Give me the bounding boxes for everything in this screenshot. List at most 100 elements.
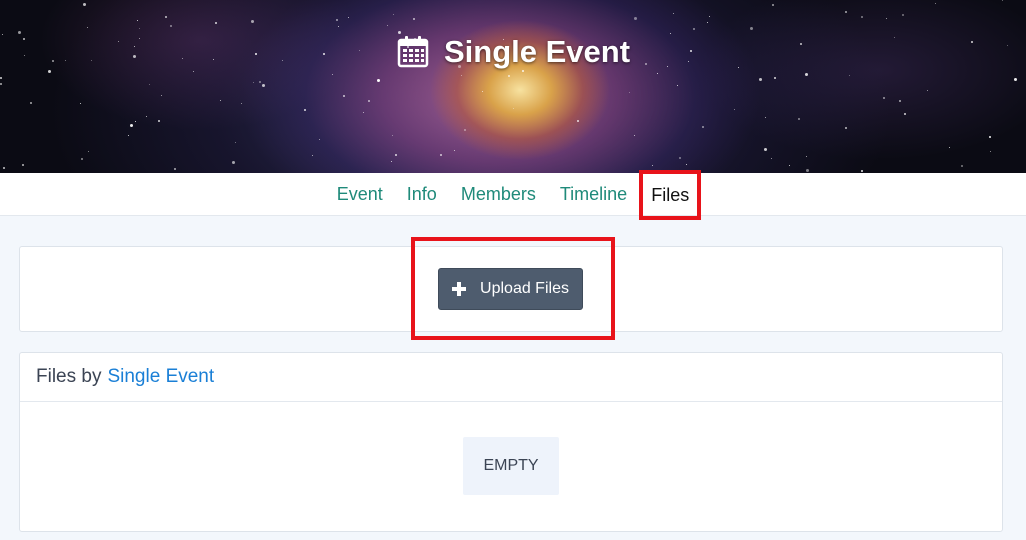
star-dot [454, 150, 455, 151]
star-dot [3, 167, 5, 169]
star-dot [634, 17, 637, 20]
star-dot [709, 16, 710, 17]
star-dot [135, 121, 136, 122]
star-dot [30, 102, 32, 104]
star-dot [989, 136, 991, 138]
star-dot [899, 100, 901, 102]
star-dot [508, 75, 510, 77]
star-dot [363, 112, 364, 113]
star-dot [935, 3, 936, 4]
star-dot [336, 19, 338, 21]
star-dot [80, 103, 81, 104]
star-dot [149, 84, 150, 85]
star-dot [949, 147, 950, 148]
star-dot [686, 164, 687, 165]
star-dot [393, 14, 394, 15]
star-dot [513, 108, 514, 109]
star-dot [861, 16, 863, 18]
star-dot [215, 22, 217, 24]
event-banner: Single Event [0, 0, 1026, 173]
star-dot [764, 148, 767, 151]
star-dot [161, 95, 162, 96]
star-dot [368, 100, 370, 102]
star-dot [1014, 78, 1017, 81]
upload-files-label: Upload Files [480, 280, 569, 297]
star-dot [332, 74, 333, 75]
star-dot [652, 165, 653, 166]
files-panel: Files by Single Event EMPTY [19, 352, 1003, 532]
star-dot [338, 26, 339, 27]
star-dot [253, 82, 254, 83]
star-dot [845, 11, 847, 13]
tab-event[interactable]: Event [325, 173, 395, 216]
star-dot [343, 95, 345, 97]
star-dot [886, 18, 887, 19]
tab-files[interactable]: Files [639, 169, 702, 220]
star-dot [395, 154, 397, 156]
star-dot [232, 161, 235, 164]
star-dot [88, 151, 89, 152]
star-dot [961, 165, 963, 167]
empty-state: EMPTY [463, 437, 559, 495]
star-dot [251, 20, 254, 23]
star-dot [772, 4, 774, 6]
star-dot [702, 126, 704, 128]
star-dot [927, 90, 928, 91]
empty-label: EMPTY [483, 457, 539, 474]
star-dot [391, 161, 392, 162]
tab-members[interactable]: Members [449, 173, 548, 216]
star-dot [387, 25, 388, 26]
calendar-icon [397, 36, 429, 68]
star-dot [759, 78, 762, 81]
files-owner-link[interactable]: Single Event [107, 366, 214, 388]
star-dot [158, 120, 160, 122]
star-dot [81, 158, 83, 160]
star-dot [174, 168, 176, 170]
star-dot [304, 109, 306, 111]
star-dot [220, 100, 221, 101]
star-dot [673, 13, 674, 14]
star-dot [461, 75, 462, 76]
tab-info[interactable]: Info [395, 173, 449, 216]
star-dot [83, 3, 86, 6]
files-header-prefix: Files by [36, 366, 102, 387]
star-dot [440, 154, 442, 156]
star-dot [629, 92, 630, 93]
star-dot [312, 155, 313, 156]
star-dot [679, 157, 681, 159]
banner-title-row: Single Event [0, 30, 1026, 74]
plus-icon [452, 282, 467, 296]
star-dot [128, 135, 129, 136]
star-dot [22, 164, 24, 166]
star-dot [677, 85, 678, 86]
star-dot [789, 165, 790, 166]
star-dot [262, 84, 265, 87]
star-dot [765, 117, 766, 118]
star-dot [464, 129, 466, 131]
star-dot [1002, 0, 1003, 1]
star-dot [883, 97, 885, 99]
star-dot [319, 139, 320, 140]
star-dot [707, 22, 708, 23]
star-dot [392, 135, 393, 136]
star-dot [87, 27, 88, 28]
star-dot [235, 142, 236, 143]
star-dot [413, 18, 415, 20]
star-dot [990, 151, 991, 152]
upload-files-button[interactable]: Upload Files [438, 268, 583, 310]
star-dot [137, 20, 138, 21]
star-dot [798, 118, 800, 120]
tab-timeline[interactable]: Timeline [548, 173, 639, 216]
star-dot [806, 156, 807, 157]
star-dot [348, 17, 349, 18]
star-dot [130, 124, 133, 127]
star-dot [0, 77, 2, 79]
star-dot [241, 103, 242, 104]
star-dot [902, 14, 904, 16]
star-dot [165, 16, 167, 18]
star-dot [771, 158, 772, 159]
page-title: Single Event [443, 34, 631, 69]
star-dot [845, 127, 847, 129]
star-dot [806, 169, 809, 172]
star-dot [774, 77, 776, 79]
